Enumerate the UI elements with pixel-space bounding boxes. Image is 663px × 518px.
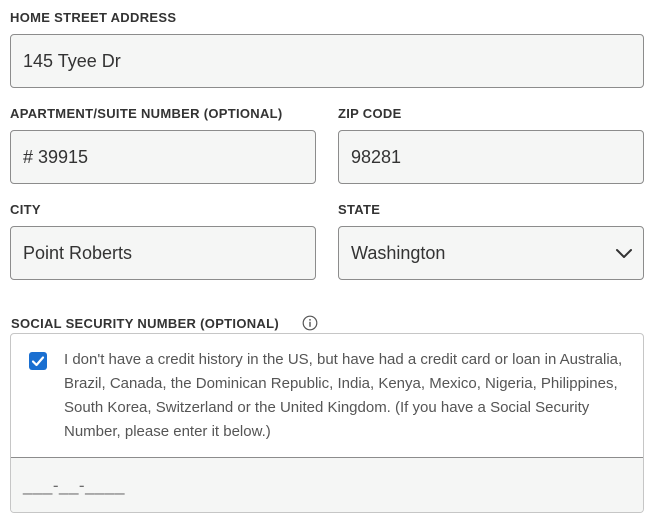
- chevron-down-icon: [615, 247, 633, 259]
- apartment-input[interactable]: # 39915: [10, 130, 316, 184]
- apartment-label: APARTMENT/SUITE NUMBER (OPTIONAL): [10, 106, 283, 121]
- city-value: Point Roberts: [23, 242, 133, 263]
- ssn-input[interactable]: ___-__-____: [11, 457, 643, 512]
- info-circle-icon[interactable]: [302, 315, 318, 331]
- state-label: STATE: [338, 202, 381, 217]
- city-label: CITY: [10, 202, 41, 217]
- state-value: Washington: [351, 242, 446, 263]
- no-credit-history-checkbox[interactable]: [29, 352, 47, 370]
- ssn-label: SOCIAL SECURITY NUMBER (OPTIONAL): [11, 316, 279, 331]
- city-input[interactable]: Point Roberts: [10, 226, 316, 280]
- ssn-placeholder: ___-__-____: [23, 475, 125, 495]
- checkmark-icon: [31, 356, 45, 367]
- zip-code-label: ZIP CODE: [338, 106, 402, 121]
- zip-code-input[interactable]: 98281: [338, 130, 644, 184]
- home-street-address-value: 145 Tyee Dr: [23, 50, 121, 71]
- home-street-address-input[interactable]: 145 Tyee Dr: [10, 34, 644, 88]
- home-street-address-label: HOME STREET ADDRESS: [10, 10, 177, 25]
- ssn-panel: I don't have a credit history in the US,…: [10, 333, 644, 513]
- state-select[interactable]: Washington: [338, 226, 644, 280]
- no-credit-history-text: I don't have a credit history in the US,…: [64, 351, 623, 440]
- apartment-value: # 39915: [23, 146, 89, 167]
- zip-code-value: 98281: [351, 146, 402, 167]
